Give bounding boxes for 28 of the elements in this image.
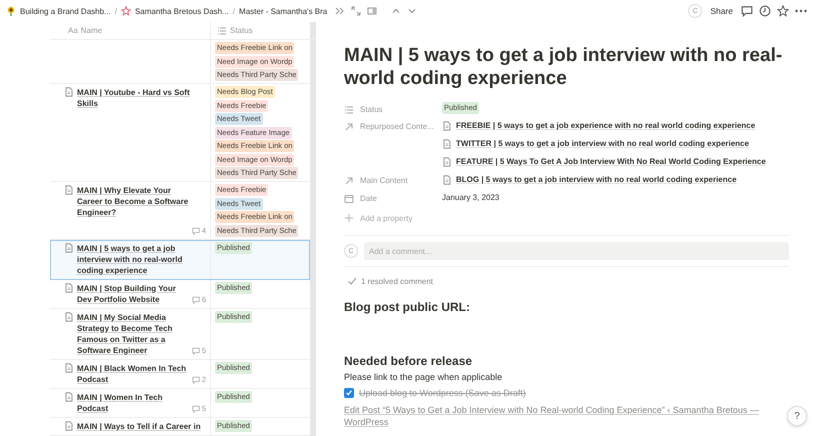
relation-link[interactable]: FREEBIE | 5 ways to get a job experience with no real world coding experience	[456, 119, 756, 133]
resolved-comments-link[interactable]: 1 resolved comment	[347, 276, 789, 286]
section-heading: Needed before release	[344, 354, 474, 368]
text-type-marker: Aa	[68, 26, 78, 35]
page-title-link[interactable]: MAIN | Stop Building Your Dev Portfolio Website	[77, 282, 189, 304]
page-title-link[interactable]: MAIN | Youtube - Hard vs Soft Skills	[77, 87, 206, 109]
relation-link[interactable]: BLOG | 5 ways to get a job interview with no real world coding experience	[456, 173, 737, 187]
relation-link[interactable]: TWITTER | 5 ways to get a job interview with no real world coding experience	[456, 137, 749, 151]
relation-link[interactable]: FEATURE | 5 Ways To Get A Job Interview With No Real World Coding Experience	[456, 155, 766, 169]
comment-field[interactable]: Add a comment...	[364, 242, 789, 260]
page-title-link[interactable]: MAIN | My Social Media Strategy to Become Tech Famous on Twitter as a Software Engineer	[77, 312, 189, 356]
date-value[interactable]: January 3, 2023	[442, 191, 789, 205]
page-title-link[interactable]: MAIN | Ways to Tell if a Career in	[77, 420, 201, 432]
breadcrumb-link[interactable]: Building a Brand Dashb...	[6, 6, 111, 16]
breadcrumb-link[interactable]: Master - Samantha's Bra	[239, 6, 328, 16]
todo-text: Upload blog to Wordpress (Save as Draft)	[359, 388, 526, 398]
breadcrumb-separator: /	[114, 6, 117, 16]
section-heading: Blog post public URL:	[344, 300, 471, 314]
help-button[interactable]: ?	[787, 406, 807, 426]
page-title-link[interactable]: MAIN | Why Elevate Your Career to Become a Software Engineer?	[77, 185, 189, 218]
page-title-link[interactable]: MAIN | Black Women In Tech Podcast	[77, 362, 189, 384]
paragraph-text: Please link to the page when applicable	[344, 372, 504, 382]
breadcrumb-link[interactable]: Samantha Bretous Dash...	[120, 6, 229, 16]
page-title: MAIN | 5 ways to get a job interview with no real-world coding experience	[344, 44, 784, 90]
share-button[interactable]: Share	[708, 6, 735, 16]
page-title-link[interactable]: MAIN | 5 ways to get a job interview with no real-world coding experience	[77, 242, 206, 276]
page-title-link[interactable]: MAIN | Women In Tech Podcast	[77, 392, 189, 414]
breadcrumb-separator: /	[232, 6, 236, 16]
